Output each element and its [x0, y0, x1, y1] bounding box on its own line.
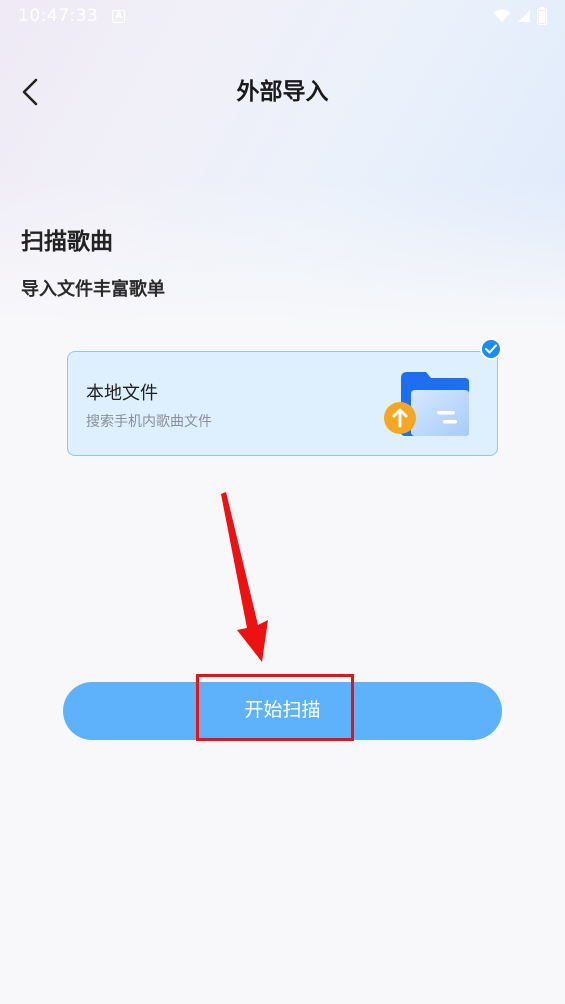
notification-badge: A	[112, 9, 126, 23]
card-description: 搜索手机内歌曲文件	[86, 414, 212, 430]
section-subtitle: 导入文件丰富歌单	[21, 279, 165, 300]
top-bar: 外部导入	[0, 62, 565, 122]
card-title: 本地文件	[86, 383, 158, 404]
folder-upload-icon	[384, 372, 469, 436]
signal-icon	[518, 10, 530, 22]
annotation-arrow	[221, 492, 268, 662]
back-arrow-icon	[22, 78, 38, 106]
checkmark-icon	[485, 344, 497, 354]
start-scan-label: 开始扫描	[244, 700, 321, 721]
battery-icon	[537, 7, 547, 25]
status-icons	[493, 7, 547, 25]
page-title: 外部导入	[236, 79, 329, 105]
status-time: 10:47:33	[18, 6, 99, 26]
back-button[interactable]	[14, 74, 46, 110]
status-bar: 10:47:33 A	[0, 0, 565, 32]
wifi-icon	[493, 9, 511, 22]
start-scan-button[interactable]: 开始扫描	[63, 682, 502, 740]
selected-check-badge	[480, 338, 502, 360]
section-title: 扫描歌曲	[21, 229, 113, 255]
